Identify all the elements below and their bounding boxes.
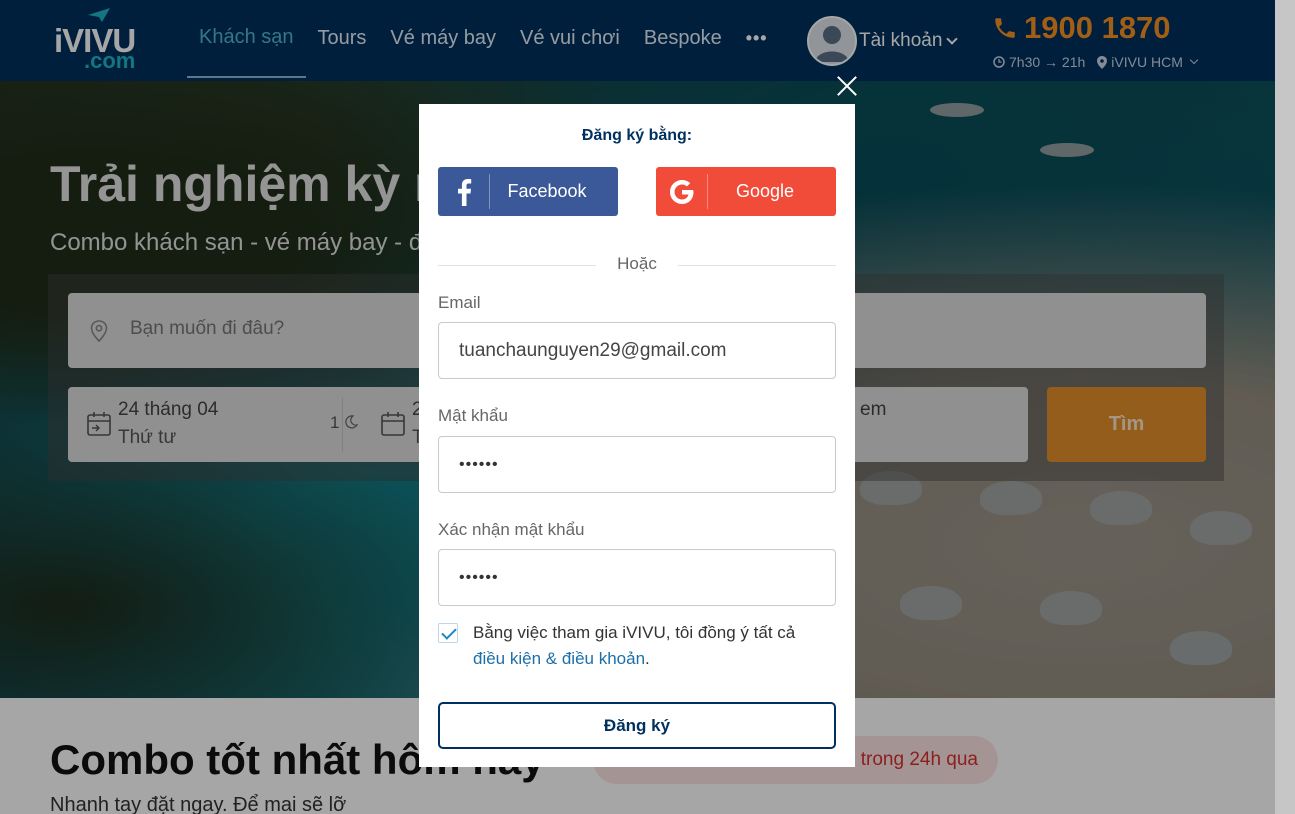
facebook-signup-button[interactable]: Facebook	[438, 167, 618, 216]
password-field[interactable]: ••••••	[438, 436, 836, 493]
register-modal: Đăng ký bằng: Facebook Google Hoặc Email…	[419, 104, 855, 767]
facebook-icon	[438, 167, 489, 216]
terms-text: Bằng việc tham gia iVIVU, tôi đồng ý tất…	[473, 623, 796, 668]
terms-checkbox[interactable]	[438, 623, 458, 643]
google-label: Google	[735, 181, 795, 201]
google-signup-button[interactable]: Google	[656, 167, 836, 216]
register-button[interactable]: Đăng ký	[438, 702, 836, 749]
confirm-password-field[interactable]: ••••••	[438, 549, 836, 606]
scrollbar[interactable]	[1275, 0, 1295, 814]
modal-heading: Đăng ký bằng:	[581, 127, 693, 144]
confirm-password-value: ••••••	[459, 568, 499, 586]
or-label: Hoặc	[617, 254, 657, 273]
email-field[interactable]: tuanchaunguyen29@gmail.com	[438, 322, 836, 379]
or-divider: Hoặc	[438, 254, 836, 274]
close-icon[interactable]	[836, 75, 858, 97]
terms-link[interactable]: điều kiện & điều khoản	[473, 649, 645, 668]
confirm-password-label: Xác nhận mật khẩu	[438, 520, 585, 539]
password-label: Mật khẩu	[438, 406, 508, 425]
password-value: ••••••	[459, 455, 499, 473]
google-icon	[656, 167, 707, 216]
email-label: Email	[438, 293, 481, 312]
facebook-label: Facebook	[507, 181, 587, 201]
email-value: tuanchaunguyen29@gmail.com	[459, 339, 727, 361]
